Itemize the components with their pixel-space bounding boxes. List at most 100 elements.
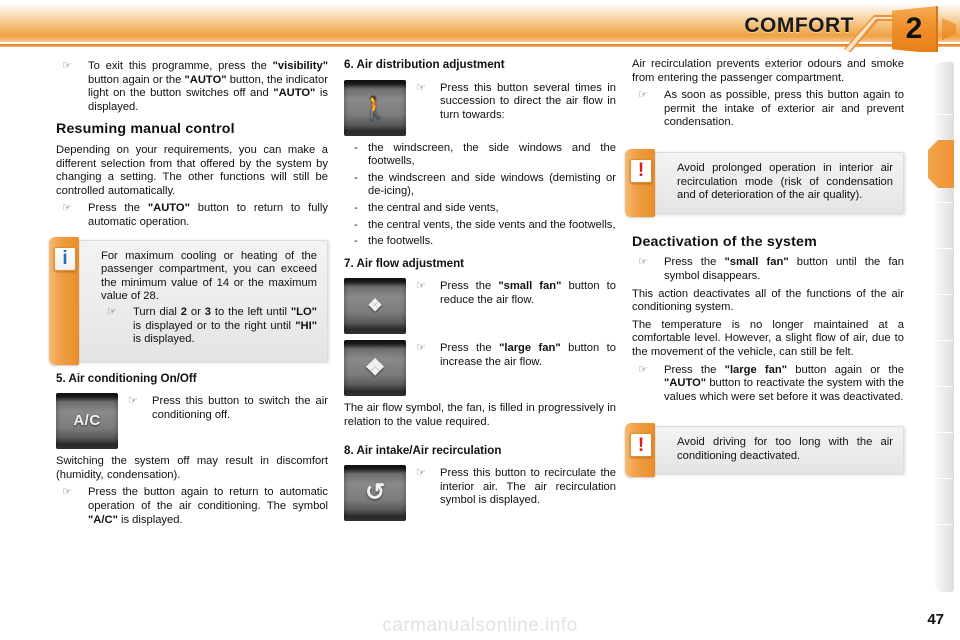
- pointing-hand-icon: ☞: [416, 342, 426, 355]
- air-distribution-description: ☞ Press this button several times in suc…: [414, 80, 616, 127]
- column-left: ☞ To exit this programme, press the "vis…: [49, 58, 328, 531]
- bullet-text: Press the "large fan" button again or th…: [664, 363, 904, 403]
- deactivation-bullet-list-2: ☞ Press the "large fan" button again or …: [632, 364, 904, 405]
- info-icon: i: [54, 246, 76, 271]
- tab-divider: [936, 524, 953, 525]
- warning-callout-box-2: ! Avoid driving for too long with the ai…: [625, 423, 904, 478]
- heading-section-6: 6. Air distribution adjustment: [344, 58, 505, 71]
- site-watermark: carmanualsonline.info: [382, 615, 578, 636]
- pointing-hand-icon: ☞: [62, 202, 72, 215]
- page-title: COMFORT: [744, 14, 854, 37]
- air-distribution-button-row: 🚶 ☞ Press this button several times in s…: [344, 79, 616, 136]
- heading-section-5: 5. Air conditioning On/Off: [56, 371, 197, 385]
- heading-deactivation: Deactivation of the system: [632, 233, 817, 250]
- chapter-tab-strip[interactable]: [928, 62, 954, 592]
- large-fan-glyph: ❖: [364, 354, 386, 381]
- list-item: ☞ Press this button to recirculate the i…: [414, 467, 616, 508]
- deactivation-bullet-list-1: ☞ Press the "small fan" button until the…: [632, 256, 904, 283]
- large-fan-button-row: ❖ ☞ Press the "large fan" button to incr…: [344, 340, 616, 397]
- warning-callout-box-1: ! Avoid prolonged operation in interior …: [625, 148, 904, 217]
- info-callout-bullet-list: ☞ Turn dial 2 or 3 to the left until "LO…: [101, 306, 317, 347]
- air-distribution-glyph: 🚶: [361, 94, 389, 120]
- bullet-text: Press the "small fan" button to reduce t…: [440, 280, 616, 306]
- column-right: Air recirculation prevents exterior odou…: [625, 58, 904, 484]
- ac-return-bullet-list: ☞ Press the button again to return to au…: [56, 486, 328, 527]
- large-fan-button-icon: ❖: [344, 340, 406, 397]
- ac-bullet-list: ☞ Press this button to switch the air co…: [126, 395, 328, 422]
- ac-button-row: A/C ☞ Press this button to switch the ai…: [56, 393, 328, 450]
- active-chapter-tab[interactable]: [928, 140, 954, 188]
- warning-icon: !: [630, 158, 652, 183]
- deactivation-body-2: The temperature is no longer maintained …: [632, 318, 904, 358]
- warning-icon: !: [630, 433, 652, 458]
- page-number: 47: [927, 611, 944, 628]
- recirculation-intro-text: Air recirculation prevents exterior odou…: [632, 58, 904, 84]
- page-header: COMFORT 2: [0, 0, 960, 52]
- info-callout-box: i For maximum cooling or heating of the …: [49, 236, 328, 365]
- bullet-text: Press this button several times in succe…: [440, 81, 616, 121]
- pointing-hand-icon: ☞: [416, 81, 426, 94]
- info-callout-text: For maximum cooling or heating of the pa…: [101, 249, 317, 303]
- exit-programme-bullet-list: ☞ To exit this programme, press the "vis…: [56, 60, 328, 114]
- bullet-text: To exit this programme, press the "visib…: [88, 60, 329, 113]
- deactivation-body-1: This action deactivates all of the funct…: [632, 287, 904, 314]
- list-item: ☞ Press the "large fan" button again or …: [632, 364, 904, 405]
- header-underline-white: [0, 47, 960, 49]
- heading-section-8: 8. Air intake/Air recirculation: [344, 443, 502, 457]
- bullet-text: Press the "AUTO" button to return to ful…: [88, 202, 328, 228]
- pointing-hand-icon: ☞: [638, 256, 648, 269]
- small-fan-glyph: ❖: [367, 296, 383, 316]
- small-fan-bullet-list: ☞ Press the "small fan" button to reduce…: [414, 280, 616, 307]
- bullet-text: Press this button to recirculate the int…: [440, 467, 616, 507]
- bullet-text: Turn dial 2 or 3 to the left until "LO" …: [133, 305, 317, 346]
- list-item: ☞ Press this button several times in suc…: [414, 82, 616, 123]
- large-fan-description: ☞ Press the "large fan" button to increa…: [414, 340, 616, 373]
- pointing-hand-icon: ☞: [107, 305, 117, 318]
- tab-divider: [936, 114, 953, 115]
- pointing-hand-icon: ☞: [416, 467, 426, 480]
- bullet-text: Press the button again to return to auto…: [88, 486, 328, 526]
- bullet-text: Press the "large fan" button to increase…: [440, 342, 616, 368]
- tab-divider: [936, 432, 953, 433]
- recirculation-button-row: ↺ ☞ Press this button to recirculate the…: [344, 465, 616, 522]
- tab-divider: [936, 294, 953, 295]
- tab-divider: [936, 248, 953, 249]
- large-fan-bullet-list: ☞ Press the "large fan" button to increa…: [414, 342, 616, 369]
- recirculation-bullet-list: ☞ Press this button to recirculate the i…: [414, 467, 616, 508]
- ac-switching-body: Switching the system off may result in d…: [56, 455, 328, 481]
- chapter-badge: 2: [892, 6, 938, 52]
- pointing-hand-icon: ☞: [638, 89, 648, 102]
- list-item: ☞ Press the "small fan" button until the…: [632, 256, 904, 283]
- resuming-body-text: Depending on your requirements, you can …: [56, 143, 328, 197]
- ac-button-icon: A/C: [56, 393, 118, 450]
- list-item: the windscreen and side windows (demisti…: [344, 172, 616, 199]
- list-item: the central vents, the side vents and th…: [344, 219, 616, 233]
- heading-section-7: 7. Air flow adjustment: [344, 256, 465, 270]
- recirculation-button-icon: ↺: [344, 465, 406, 522]
- list-item: ☞ Press the "large fan" button to increa…: [414, 342, 616, 369]
- list-item: ☞ As soon as possible, press this button…: [632, 89, 904, 130]
- pointing-hand-icon: ☞: [62, 60, 72, 72]
- warning-callout-text: Avoid prolonged operation in interior ai…: [677, 161, 893, 202]
- list-item: ☞ Press the button again to return to au…: [56, 486, 328, 527]
- bullet-text: Press this button to switch the air cond…: [152, 395, 328, 421]
- warning-callout-text: Avoid driving for too long with the air …: [677, 436, 893, 462]
- air-distribution-button-icon: 🚶: [344, 79, 406, 136]
- bullet-text: Press the "small fan" button until the f…: [664, 256, 904, 282]
- ac-button-description: ☞ Press this button to switch the air co…: [126, 393, 328, 426]
- list-item: ☞ Press the "small fan" button to reduce…: [414, 280, 616, 307]
- air-distribution-bullet-list: ☞ Press this button several times in suc…: [414, 82, 616, 123]
- list-item: the central and side vents,: [344, 202, 616, 216]
- manual-page: COMFORT 2 ☞ To exit this programme, pres…: [0, 0, 960, 640]
- air-distribution-target-list: the windscreen, the side windows and the…: [344, 142, 616, 249]
- small-fan-button-row: ❖ ☞ Press the "small fan" button to redu…: [344, 278, 616, 335]
- tab-divider: [936, 386, 953, 387]
- pointing-hand-icon: ☞: [638, 363, 648, 376]
- ac-button-glyph: A/C: [73, 412, 101, 430]
- heading-resuming-manual-control: Resuming manual control: [56, 121, 235, 138]
- list-item: ☞ Press the "AUTO" button to return to f…: [56, 202, 328, 229]
- column-middle: 6. Air distribution adjustment 🚶 ☞ Press…: [344, 58, 616, 527]
- tab-divider: [936, 202, 953, 203]
- tab-divider: [936, 478, 953, 479]
- tab-divider: [936, 340, 953, 341]
